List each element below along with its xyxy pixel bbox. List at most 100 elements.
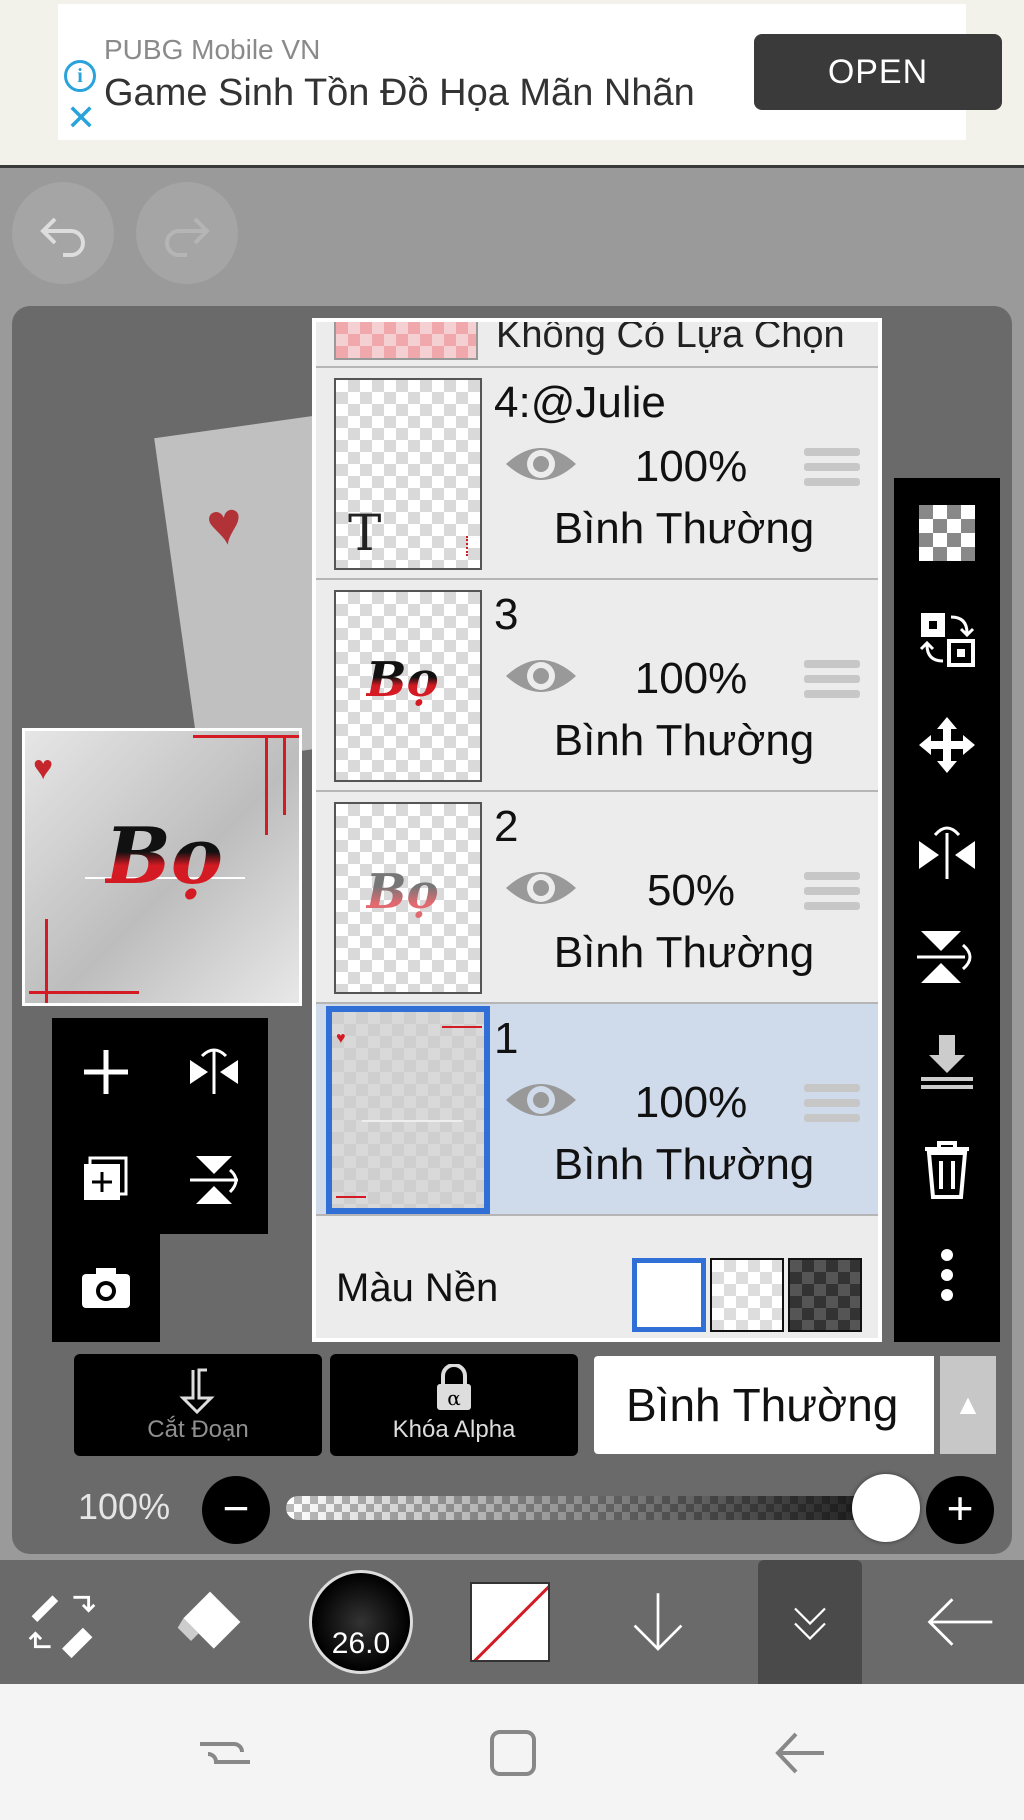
background-color-row: Màu Nền <box>316 1236 878 1338</box>
layer-name: 4:@Julie <box>494 378 666 427</box>
close-icon[interactable]: ✕ <box>66 101 96 137</box>
alpha-symbol: α <box>447 1386 461 1410</box>
camera-layer-button[interactable] <box>52 1234 160 1342</box>
opacity-decrease-button[interactable]: − <box>202 1476 270 1544</box>
back-nav-icon[interactable] <box>764 1718 834 1788</box>
selection-layer-row[interactable]: Không Có Lựa Chọn <box>316 322 878 368</box>
thumb-mark <box>362 1120 462 1122</box>
bg-dark-swatch[interactable] <box>788 1258 862 1332</box>
merge-down-button[interactable] <box>894 1010 1000 1116</box>
opacity-slider[interactable] <box>286 1496 886 1520</box>
eraser-icon <box>177 1591 241 1649</box>
transparency-button[interactable] <box>894 480 1000 586</box>
recent-apps-icon[interactable] <box>190 1718 260 1788</box>
text-layer-icon: T <box>348 504 382 562</box>
thumb-artwork: Bọ <box>366 652 439 708</box>
eye-icon[interactable] <box>502 650 580 702</box>
alpha-lock-button[interactable]: α Khóa Alpha <box>330 1354 578 1456</box>
layer-name: 3 <box>494 590 519 639</box>
eye-icon[interactable] <box>502 862 580 914</box>
layer-thumbnail: T <box>334 378 482 570</box>
system-nav-bar <box>0 1684 1024 1820</box>
alpha-lock-label: Khóa Alpha <box>392 1416 516 1443</box>
opacity-slider-knob[interactable] <box>852 1474 920 1542</box>
flip-horizontal-icon <box>190 1048 238 1094</box>
ad-card[interactable]: i ✕ PUBG Mobile VN Game Sinh Tồn Đồ Họa … <box>58 4 1002 140</box>
brush-size-indicator: 26.0 <box>309 1570 413 1674</box>
home-icon[interactable] <box>478 1718 548 1788</box>
layer-blend-mode: Bình Thường <box>553 716 815 765</box>
undo-icon <box>40 217 85 257</box>
thumb-artwork: Bọ <box>366 864 439 920</box>
trash-icon <box>925 1141 969 1199</box>
bg-transparent-swatch[interactable] <box>710 1258 784 1332</box>
drag-handle-icon[interactable] <box>804 448 860 490</box>
bg-white-swatch[interactable] <box>632 1258 706 1332</box>
redo-button[interactable] <box>136 182 238 284</box>
flip-horizontal-button[interactable] <box>160 1018 268 1126</box>
camera-icon <box>82 1268 130 1308</box>
layer-row-selected[interactable]: ♥ 1 100% Bình Thường <box>316 1004 878 1216</box>
blend-mode-select[interactable]: Bình Thường <box>594 1356 934 1454</box>
canvas-thumbnail[interactable]: ♥ Bọ <box>22 728 302 1006</box>
swap-icon <box>919 613 975 667</box>
heart-logo-icon: ♥ <box>336 1030 346 1047</box>
eye-icon[interactable] <box>502 1074 580 1126</box>
arrow-left-icon <box>927 1598 993 1646</box>
layer-thumbnail: ♥ <box>326 1006 490 1214</box>
opacity-value: 100% <box>78 1486 171 1527</box>
chevron-double-down-icon <box>794 1607 826 1641</box>
layer-down-button[interactable] <box>608 1560 708 1684</box>
thumb-mark <box>466 536 476 556</box>
back-button[interactable] <box>910 1560 1010 1684</box>
delete-layer-button[interactable] <box>894 1116 1000 1222</box>
move-button[interactable] <box>894 692 1000 798</box>
tool-switch-button[interactable] <box>12 1560 112 1684</box>
layer-thumbnail: Bọ <box>334 590 482 782</box>
layer-panel: Không Có Lựa Chọn T 4:@Julie 100% Bình T… <box>312 318 882 1342</box>
move-icon <box>919 717 975 773</box>
layer-thumbnail: Bọ <box>334 802 482 994</box>
layer-opacity: 50% <box>646 866 736 915</box>
add-layer-button[interactable] <box>52 1018 160 1126</box>
merge-down-icon <box>921 1035 973 1089</box>
opacity-increase-button[interactable]: + <box>926 1476 994 1544</box>
layer-opacity: 100% <box>634 654 748 703</box>
swap-layers-button[interactable] <box>894 586 1000 692</box>
flip-horizontal-icon <box>919 826 975 879</box>
drag-handle-icon[interactable] <box>804 660 860 702</box>
heart-logo-icon: ♥ <box>33 749 54 787</box>
clipping-button[interactable]: Cắt Đoạn <box>74 1354 322 1456</box>
flip-horizontal-button[interactable] <box>894 798 1000 904</box>
ad-open-button[interactable]: OPEN <box>754 34 1002 110</box>
brush-size-button[interactable]: 26.0 <box>306 1560 416 1684</box>
flip-vertical-button[interactable] <box>894 904 1000 1010</box>
layer-panel-toggle[interactable] <box>758 1560 862 1684</box>
info-icon[interactable]: i <box>64 60 96 92</box>
color-button[interactable] <box>460 1560 560 1684</box>
layer-row[interactable]: Bọ 2 50% Bình Thường <box>316 792 878 1004</box>
frame-line <box>45 919 48 1003</box>
thumb-mark <box>442 1026 482 1028</box>
frame-line <box>265 735 268 835</box>
eraser-button[interactable] <box>160 1560 260 1684</box>
tool-swap-icon <box>28 1595 96 1659</box>
eye-icon[interactable] <box>502 438 580 490</box>
color-swatch <box>470 1582 550 1662</box>
drag-handle-icon[interactable] <box>804 872 860 914</box>
layer-row[interactable]: T 4:@Julie 100% Bình Thường <box>316 368 878 580</box>
blend-mode-arrow[interactable]: ▲ <box>940 1356 996 1454</box>
undo-button[interactable] <box>12 182 114 284</box>
arrow-down-icon <box>633 1593 683 1651</box>
duplicate-layer-button[interactable] <box>52 1126 160 1234</box>
copy-layer-icon <box>84 1156 128 1200</box>
layer-row[interactable]: Bọ 3 100% Bình Thường <box>316 580 878 792</box>
flip-vertical-icon <box>917 931 972 983</box>
more-options-button[interactable] <box>894 1222 1000 1328</box>
ad-headline: Game Sinh Tồn Đồ Họa Mãn Nhãn <box>104 72 695 114</box>
layer-blend-mode: Bình Thường <box>553 928 815 977</box>
layer-name: 2 <box>494 802 519 851</box>
flip-vertical-button[interactable] <box>160 1126 268 1234</box>
flip-vertical-icon <box>190 1156 238 1204</box>
drag-handle-icon[interactable] <box>804 1084 860 1126</box>
